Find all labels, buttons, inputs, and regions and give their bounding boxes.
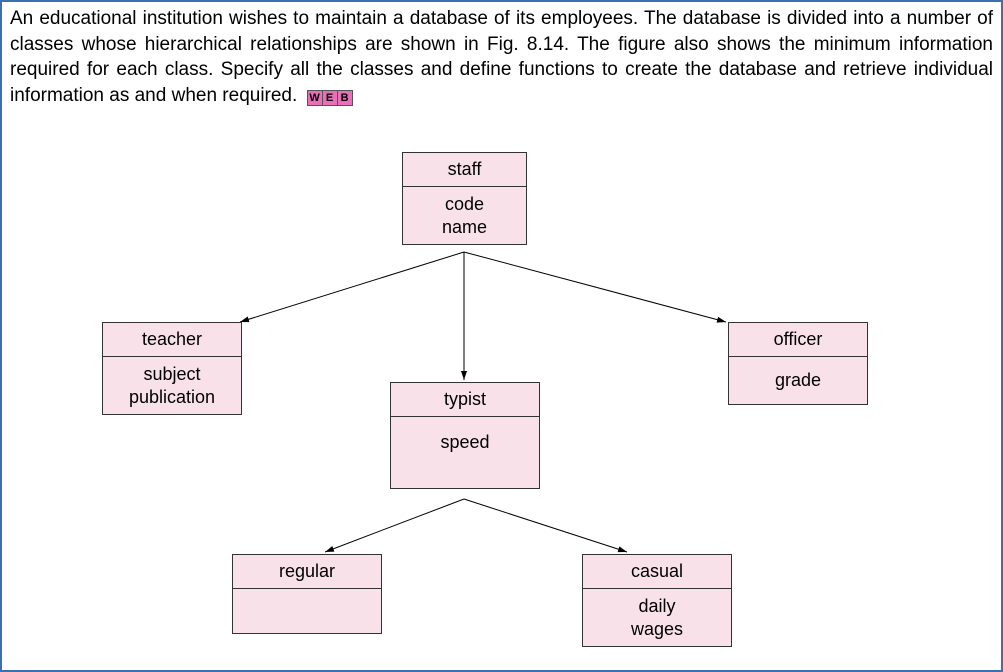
web-badge-b: B [337, 90, 353, 106]
class-box-teacher: teacher subjectpublication [102, 322, 242, 415]
edge-staff-teacher [240, 252, 464, 322]
class-title-regular: regular [233, 555, 381, 589]
class-title-casual: casual [583, 555, 731, 589]
web-badge: WEB [307, 83, 352, 109]
class-attrs-typist: speed [391, 417, 539, 488]
class-box-typist: typist speed [390, 382, 540, 489]
class-box-officer: officer grade [728, 322, 868, 405]
web-badge-e: E [322, 90, 338, 106]
class-box-staff: staff codename [402, 152, 527, 245]
edge-staff-officer [464, 252, 726, 322]
class-box-casual: casual dailywages [582, 554, 732, 647]
class-attrs-casual: dailywages [583, 589, 731, 646]
class-title-officer: officer [729, 323, 867, 357]
class-attrs-staff: codename [403, 187, 526, 244]
class-box-regular: regular [232, 554, 382, 634]
class-attrs-teacher: subjectpublication [103, 357, 241, 414]
edge-typist-casual [464, 499, 627, 552]
class-title-typist: typist [391, 383, 539, 417]
class-title-teacher: teacher [103, 323, 241, 357]
problem-text-body: An educational institution wishes to mai… [10, 8, 993, 106]
web-badge-w: W [307, 90, 323, 106]
class-attrs-regular [233, 589, 381, 633]
class-title-staff: staff [403, 153, 526, 187]
class-hierarchy-diagram: staff codename teacher subjectpublicatio… [2, 122, 1003, 672]
page-frame: An educational institution wishes to mai… [0, 0, 1003, 672]
problem-statement: An educational institution wishes to mai… [2, 2, 1001, 111]
class-attrs-officer: grade [729, 357, 867, 404]
edge-typist-regular [325, 499, 464, 552]
